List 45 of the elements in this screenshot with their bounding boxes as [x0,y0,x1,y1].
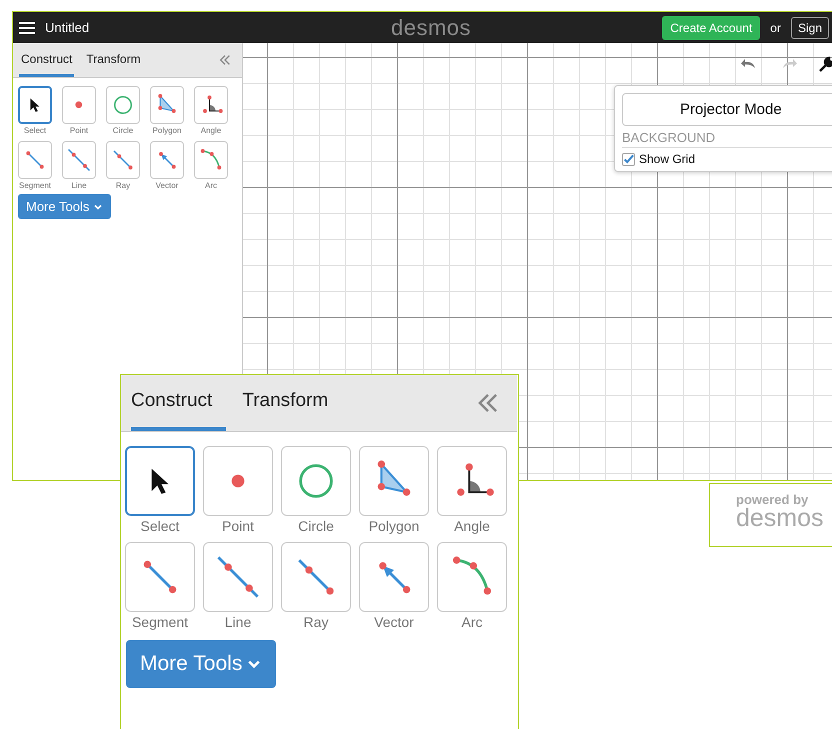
sign-in-button[interactable]: Sign [790,16,829,38]
checkbox[interactable] [622,152,635,166]
tool-label: Point [70,126,88,135]
tool-label: Polygon [152,126,182,135]
tool-label: Angle [454,518,490,534]
collapse-icon[interactable] [218,53,232,67]
tool-button[interactable] [18,86,52,124]
point-icon [231,474,245,488]
point-icon [75,101,83,109]
panel-tab[interactable]: Construct [131,375,226,431]
tool-label: Circle [112,126,134,135]
checkbox-label: Show Grid [639,152,696,166]
tool-label: Segment [132,614,188,630]
cursor-icon [30,98,40,112]
tool-button[interactable] [125,446,195,516]
panel-tab[interactable]: Transform [84,43,143,77]
tool-label: Line [224,614,252,630]
tool-label: Segment [18,181,52,190]
tool-label: Polygon [368,518,420,534]
or-text: or [770,20,781,34]
tool-label: Select [24,126,46,135]
document-title: Untitled [45,20,90,35]
tool-label: Vector [156,181,178,190]
tool-label: Ray [304,614,328,630]
wrench-icon[interactable] [818,55,832,73]
panel-tab[interactable]: Transform [240,375,330,431]
menu-icon[interactable] [19,20,35,34]
more-tools-button[interactable]: More Tools [18,194,112,219]
tool-label: Arc [462,614,482,630]
section-heading: BACKGROUND [622,130,832,148]
logo: desmos [391,15,472,41]
tool-label: Select [140,518,180,534]
tool-label: Arc [205,181,217,190]
tool-label: Circle [298,518,334,534]
cursor-icon [150,468,170,494]
badge-logo: desmos [736,507,824,529]
panel-tab[interactable]: Construct [19,43,74,77]
tool-label: Point [222,518,254,534]
tool-label: Line [71,181,87,190]
badge-caption: powered by [736,492,808,507]
projector-mode-button[interactable]: Projector Mode [622,93,832,126]
tool-label: Ray [116,181,130,190]
tool-label: Vector [374,614,414,630]
more-tools-button[interactable]: More Tools [126,640,276,688]
tool-label: Angle [200,126,222,135]
